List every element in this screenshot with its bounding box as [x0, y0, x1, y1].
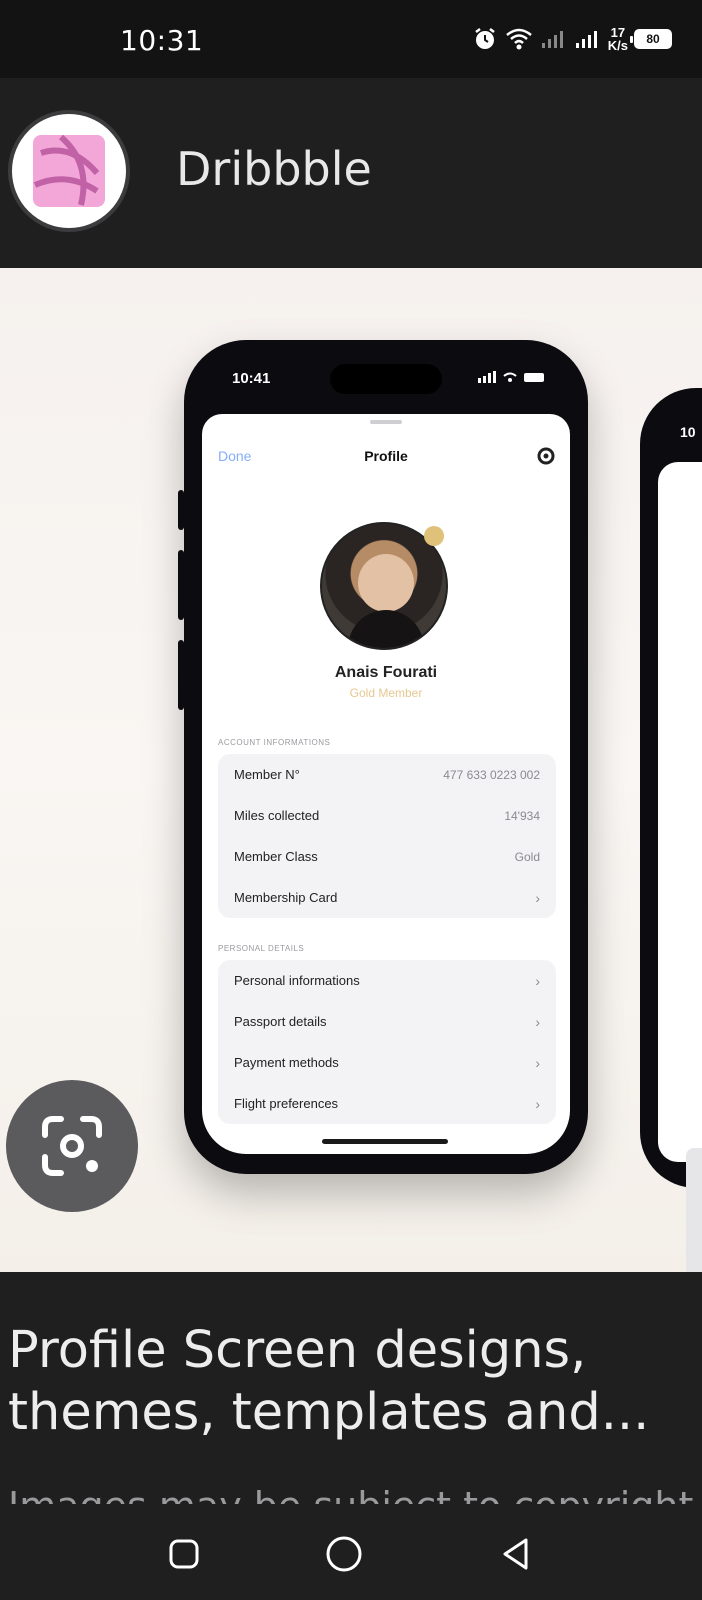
row-label: Passport details	[234, 1014, 327, 1029]
list-item: Flight preferences ›	[218, 1083, 556, 1124]
phone-page-title: Profile	[364, 448, 408, 464]
alarm-icon	[475, 28, 495, 49]
phone-side-button	[178, 550, 184, 620]
personal-details-group: Personal informations › Passport details…	[218, 960, 556, 1124]
sheet-grabber	[370, 420, 402, 424]
row-label: Membership Card	[234, 890, 338, 905]
section-header-personal: PERSONAL DETAILS	[218, 944, 305, 953]
list-item: Member Class Gold	[218, 836, 556, 877]
phone-time: 10:41	[232, 370, 271, 387]
profile-subtitle: Gold Member	[349, 686, 423, 700]
second-phone-mockup: 10	[640, 388, 702, 1188]
side-scroll-handle[interactable]	[686, 1148, 702, 1272]
lens-button[interactable]	[6, 1080, 138, 1212]
list-item: Payment methods ›	[218, 1042, 556, 1083]
home-indicator	[322, 1139, 448, 1144]
signal-icon	[575, 31, 597, 48]
copyright-notice: Images may be subject to copyright	[8, 1484, 693, 1504]
wifi-icon	[505, 28, 532, 50]
phone-nav-bar: Done Profile	[202, 438, 570, 478]
recents-square-icon[interactable]	[164, 1534, 204, 1574]
list-item: Membership Card ›	[218, 877, 556, 918]
battery-level: 80	[646, 32, 660, 46]
chevron-right-icon: ›	[535, 972, 540, 989]
row-value: Gold	[514, 849, 540, 864]
source-name[interactable]: Dribbble	[176, 142, 372, 196]
row-label: Flight preferences	[234, 1096, 339, 1111]
list-item: Miles collected 14'934	[218, 795, 556, 836]
row-label: Member N°	[234, 767, 300, 782]
phone-side-button	[178, 490, 184, 530]
chevron-right-icon: ›	[535, 1054, 540, 1071]
second-phone-screen	[658, 462, 702, 1162]
gear-icon	[537, 447, 555, 465]
network-speed: 17 K/s	[608, 26, 628, 52]
status-icons: 17 K/s 80	[472, 22, 672, 56]
back-triangle-icon[interactable]	[496, 1534, 536, 1574]
source-header[interactable]: Dribbble	[0, 78, 702, 268]
status-time: 10:31	[120, 24, 204, 57]
phone-status-icons	[478, 371, 544, 383]
chevron-right-icon: ›	[535, 889, 540, 906]
list-item: Passport details ›	[218, 1001, 556, 1042]
phone-side-button	[178, 640, 184, 710]
avatar-badge	[424, 526, 444, 546]
network-speed-unit: K/s	[607, 38, 628, 53]
system-nav-bar	[0, 1504, 702, 1600]
row-label: Miles collected	[234, 808, 320, 823]
chevron-right-icon: ›	[535, 1095, 540, 1112]
result-title[interactable]: Profile Screen designs, themes, template…	[8, 1320, 698, 1444]
section-header-account: ACCOUNT INFORMATIONS	[218, 738, 331, 747]
screen: 10:31 17 K/s 80 Dribbble 10:41 Done Prof…	[0, 0, 702, 1600]
lens-camera-icon	[42, 1116, 102, 1176]
dribbble-logo-icon[interactable]	[8, 110, 130, 232]
profile-name: Anais Fourati	[334, 664, 438, 681]
row-label: Personal informations	[234, 973, 360, 988]
phone-mockup: 10:41 Done Profile Anais Fourati Gold Me…	[178, 340, 588, 1174]
status-bar: 10:31 17 K/s 80	[0, 0, 702, 78]
row-label: Payment methods	[234, 1055, 339, 1070]
chevron-right-icon: ›	[535, 1013, 540, 1030]
phone-status-bar: 10:41	[184, 340, 588, 410]
account-info-group: Member N° 477 633 0223 002 Miles collect…	[218, 754, 556, 918]
battery-icon: 80	[630, 29, 672, 49]
list-item: Personal informations ›	[218, 960, 556, 1001]
home-circle-icon[interactable]	[324, 1534, 364, 1574]
dynamic-island	[330, 364, 442, 394]
row-label: Member Class	[234, 849, 318, 864]
row-value: 477 633 0223 002	[443, 767, 540, 782]
second-phone-time: 10	[680, 424, 696, 440]
row-value: 14'934	[504, 808, 540, 823]
list-item: Member N° 477 633 0223 002	[218, 754, 556, 795]
result-info: Profile Screen designs, themes, template…	[0, 1272, 702, 1504]
signal-icon	[541, 31, 563, 48]
phone-screen: Done Profile Anais Fourati Gold Member A…	[202, 414, 570, 1154]
